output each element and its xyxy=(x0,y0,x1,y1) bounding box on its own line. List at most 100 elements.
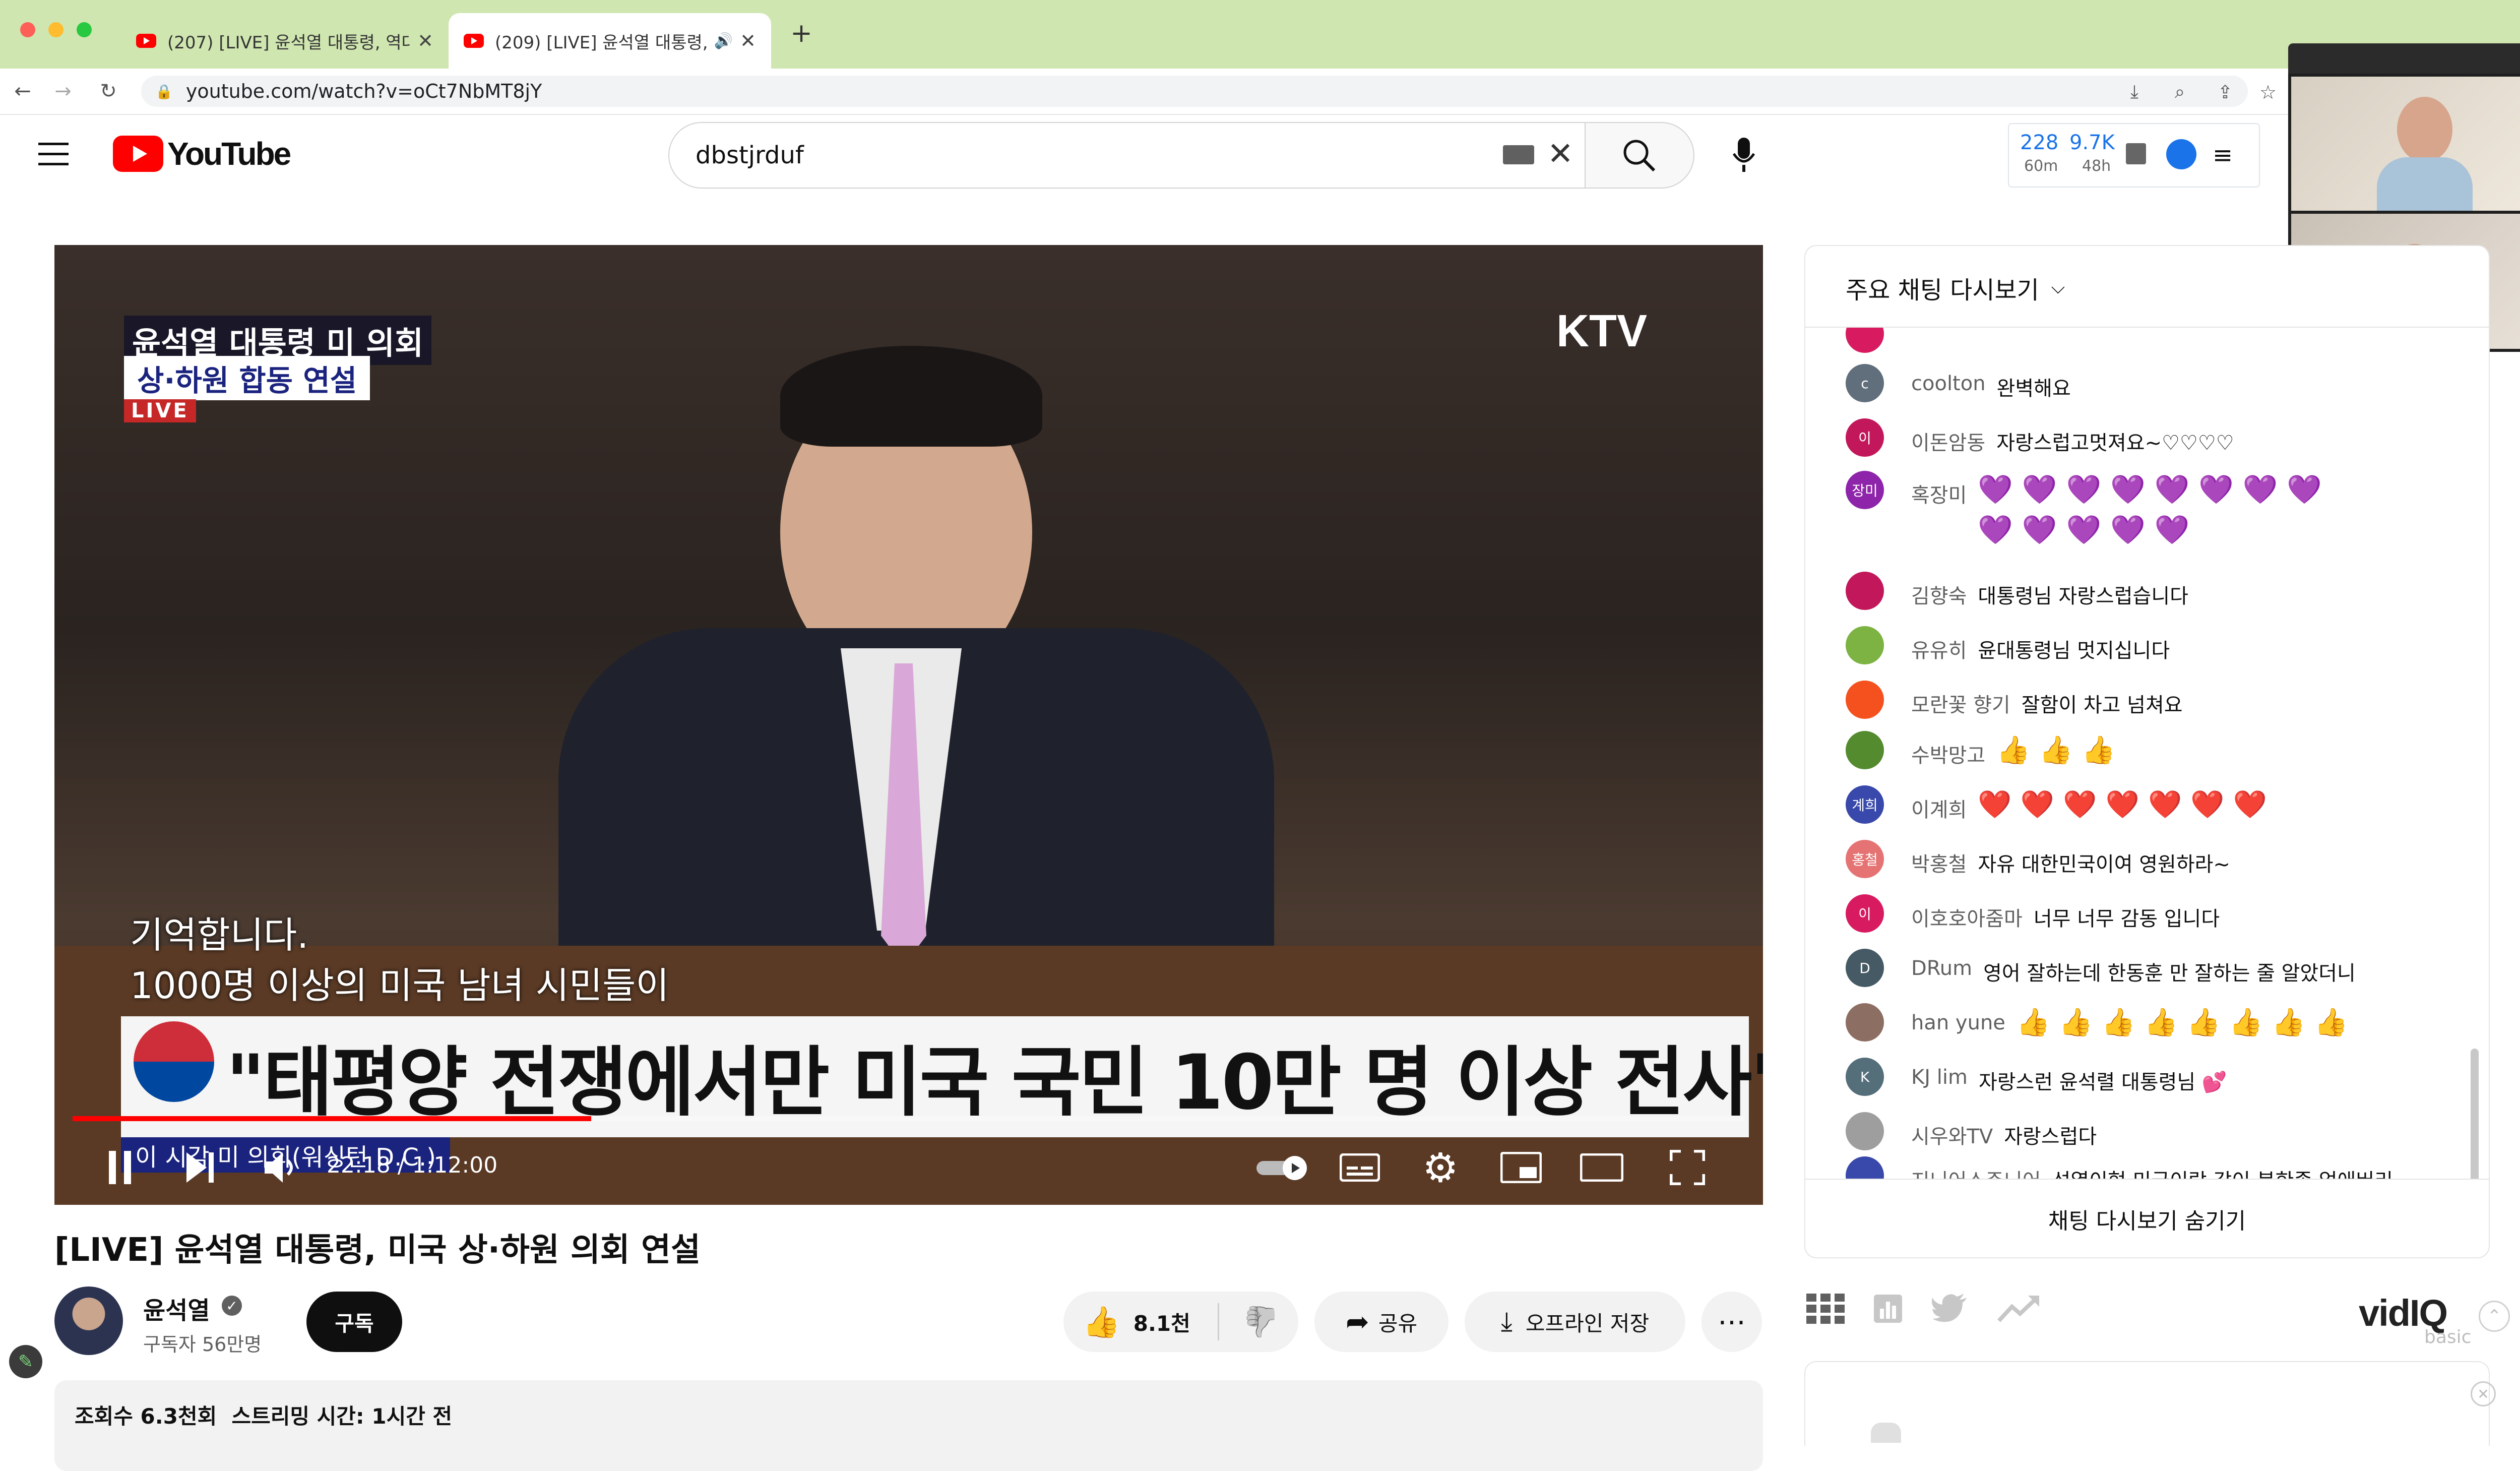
autoplay-toggle[interactable] xyxy=(1254,1147,1314,1188)
chat-author[interactable]: 유유히 xyxy=(1911,634,1967,663)
channel-name[interactable]: 윤석열 xyxy=(143,1291,210,1326)
vidiq-tier-label: basic xyxy=(2424,1327,2472,1347)
like-count[interactable]: 8.1천 xyxy=(1133,1307,1190,1337)
minimize-window-button[interactable] xyxy=(48,22,64,37)
maximize-window-button[interactable] xyxy=(77,22,92,37)
fullscreen-icon[interactable] xyxy=(1662,1145,1713,1190)
close-panel-icon[interactable]: ✕ xyxy=(2471,1381,2496,1406)
chat-author[interactable]: 이계희 xyxy=(1911,793,1967,823)
vidiq-label-48h: 48h xyxy=(2082,157,2111,175)
chat-avatar xyxy=(1846,731,1884,769)
back-arrow-icon[interactable]: ← xyxy=(10,79,35,104)
keyboard-icon[interactable] xyxy=(1503,145,1534,164)
video-player[interactable]: KTV 윤석열 대통령 미 의회 상·하원 합동 연설 LIVE 기억합니다. … xyxy=(54,245,1763,1205)
live-badge: LIVE xyxy=(124,399,196,422)
vidiq-grid-icon[interactable] xyxy=(1806,1294,1845,1324)
chat-author[interactable]: 박홍철 xyxy=(1911,848,1967,877)
chat-author[interactable]: 혹장미 xyxy=(1911,479,1967,508)
chat-avatar xyxy=(1846,1156,1884,1179)
chat-message: K KJ lim 자랑스런 윤석렬 대통령님 💕 xyxy=(1846,1058,2227,1096)
chat-author[interactable]: 이호호아줌마 xyxy=(1911,902,2023,932)
trending-arrow-icon[interactable] xyxy=(1997,1294,2040,1324)
progress-bar[interactable] xyxy=(73,1116,1745,1121)
chat-mode-dropdown[interactable]: 주요 채팅 다시보기 ⌵ xyxy=(1846,270,2065,305)
hide-chat-replay-button[interactable]: 채팅 다시보기 숨기기 xyxy=(1805,1180,2489,1257)
address-bar[interactable]: 🔒 youtube.com/watch?v=oCt7NbMT8jY xyxy=(141,76,2248,107)
twitter-bird-icon[interactable] xyxy=(1931,1294,1969,1324)
vidiq-chart-icon[interactable] xyxy=(2126,143,2146,164)
vidiq-panel-image xyxy=(1871,1423,1901,1443)
youtube-logo[interactable]: YouTube xyxy=(113,135,291,172)
chat-scrollbar[interactable] xyxy=(2471,1049,2479,1179)
install-app-icon[interactable]: ⤓ xyxy=(2122,80,2147,105)
close-tab-icon[interactable]: ✕ xyxy=(417,30,433,52)
vidiq-menu-icon[interactable]: ≡ xyxy=(2213,141,2233,169)
chat-avatar: c xyxy=(1846,364,1884,402)
chat-author[interactable]: 모란꽃 향기 xyxy=(1911,689,2010,718)
captions-icon[interactable] xyxy=(1335,1147,1385,1188)
volume-icon[interactable] xyxy=(256,1142,306,1193)
chat-header-label: 주요 채팅 다시보기 xyxy=(1846,276,2039,304)
reload-icon[interactable]: ↻ xyxy=(96,79,121,104)
hamburger-menu-icon[interactable] xyxy=(35,136,72,172)
chat-author[interactable]: DRum xyxy=(1911,957,1972,980)
voice-search-icon[interactable] xyxy=(1724,134,1764,176)
chat-avatar: 이 xyxy=(1846,894,1884,933)
vidiq-stats-icon[interactable] xyxy=(1873,1294,1903,1324)
settings-gear-icon[interactable]: ⚙ xyxy=(1415,1142,1466,1193)
close-tab-icon[interactable]: ✕ xyxy=(740,30,756,52)
chat-author[interactable]: coolton xyxy=(1911,372,1986,395)
like-thumb-icon[interactable]: 👍 xyxy=(1083,1304,1120,1340)
chat-author[interactable]: 이돈암동 xyxy=(1911,426,1985,456)
forward-arrow-icon[interactable]: → xyxy=(50,79,76,104)
headline-caption: "태평양 전쟁에서만 미국 국민 10만 명 이상 전사" xyxy=(226,1039,1763,1127)
chat-author[interactable]: 지니어스쥬니어 xyxy=(1911,1164,2041,1179)
chat-message-list[interactable]: c coolton 완벽해요 이 이돈암동 자랑스럽고멋져요~♡♡♡♡ 장미 혹… xyxy=(1805,328,2489,1179)
chat-author[interactable]: KJ lim xyxy=(1911,1066,1968,1089)
chat-avatar: K xyxy=(1846,1058,1884,1096)
new-tab-button[interactable]: + xyxy=(786,18,816,48)
youtube-play-logo-icon xyxy=(113,136,163,172)
next-video-icon[interactable] xyxy=(175,1142,226,1193)
chat-message: 수박망고 👍 👍 👍 xyxy=(1846,731,2115,769)
chat-text: 대통령님 자랑스럽습니다 xyxy=(1978,585,2188,608)
chat-author[interactable]: 시우와TV xyxy=(1911,1120,1993,1149)
subscribe-button[interactable]: 구독 xyxy=(306,1292,402,1352)
video-title: [LIVE] 윤석열 대통령, 미국 상·하원 의회 연설 xyxy=(54,1232,701,1269)
chat-author[interactable]: han yune xyxy=(1911,1011,2005,1034)
dislike-thumb-icon[interactable]: 👍 xyxy=(1242,1304,1280,1340)
share-button[interactable]: ➦ 공유 xyxy=(1314,1292,1448,1352)
vidiq-stats-widget[interactable]: 228 60m 9.7K 48h ≡ xyxy=(2008,123,2260,188)
search-button[interactable] xyxy=(1586,122,1694,189)
download-button[interactable]: ⤓ 오프라인 저장 xyxy=(1465,1292,1685,1352)
channel-avatar[interactable] xyxy=(54,1286,123,1355)
chat-text: 윤대통령님 멋지십니다 xyxy=(1978,639,2170,662)
browser-tab-1[interactable]: (207) [LIVE] 윤석열 대통령, 역대 7 ✕ xyxy=(121,13,449,69)
participant-video-1[interactable] xyxy=(2291,77,2520,211)
banner-line-2: 상·하원 합동 연설 xyxy=(124,356,370,400)
more-actions-icon[interactable]: ⋯ xyxy=(1702,1292,1762,1352)
video-call-toolbar xyxy=(2288,43,2520,74)
share-page-icon[interactable]: ⇪ xyxy=(2213,80,2238,105)
chat-author[interactable]: 김향숙 xyxy=(1911,580,1967,609)
browser-tab-bar: (207) [LIVE] 윤석열 대통령, 역대 7 ✕ (209) [LIVE… xyxy=(0,0,2520,69)
description-box[interactable]: 조회수 6.3천회 스트리밍 시간: 1시간 전 xyxy=(54,1380,1763,1471)
zoom-icon[interactable]: ⌕ xyxy=(2167,80,2192,105)
browser-tab-2[interactable]: (209) [LIVE] 윤석열 대통령, 미 🔊 ✕ xyxy=(449,13,771,69)
description-stats: 조회수 6.3천회 스트리밍 시간: 1시간 전 xyxy=(75,1404,453,1429)
search-input[interactable]: dbstjrduf ✕ xyxy=(668,122,1586,189)
clear-search-icon[interactable]: ✕ xyxy=(1547,138,1573,169)
collapse-up-icon[interactable]: ⌃ xyxy=(2479,1301,2510,1332)
close-window-button[interactable] xyxy=(20,22,35,37)
vidiq-logo-icon[interactable] xyxy=(2166,139,2196,169)
pause-icon[interactable] xyxy=(95,1142,145,1193)
audio-playing-icon[interactable]: 🔊 xyxy=(714,32,733,50)
bookmark-star-icon[interactable]: ☆ xyxy=(2255,80,2281,105)
miniplayer-icon[interactable] xyxy=(1496,1147,1546,1188)
extension-pencil-icon[interactable]: ✎ xyxy=(9,1345,42,1378)
lock-icon: 🔒 xyxy=(155,83,173,100)
chat-avatar xyxy=(1846,1112,1884,1150)
chat-author[interactable]: 수박망고 xyxy=(1911,739,1985,768)
progress-bar-fill xyxy=(73,1116,591,1121)
theater-mode-icon[interactable] xyxy=(1577,1147,1627,1188)
